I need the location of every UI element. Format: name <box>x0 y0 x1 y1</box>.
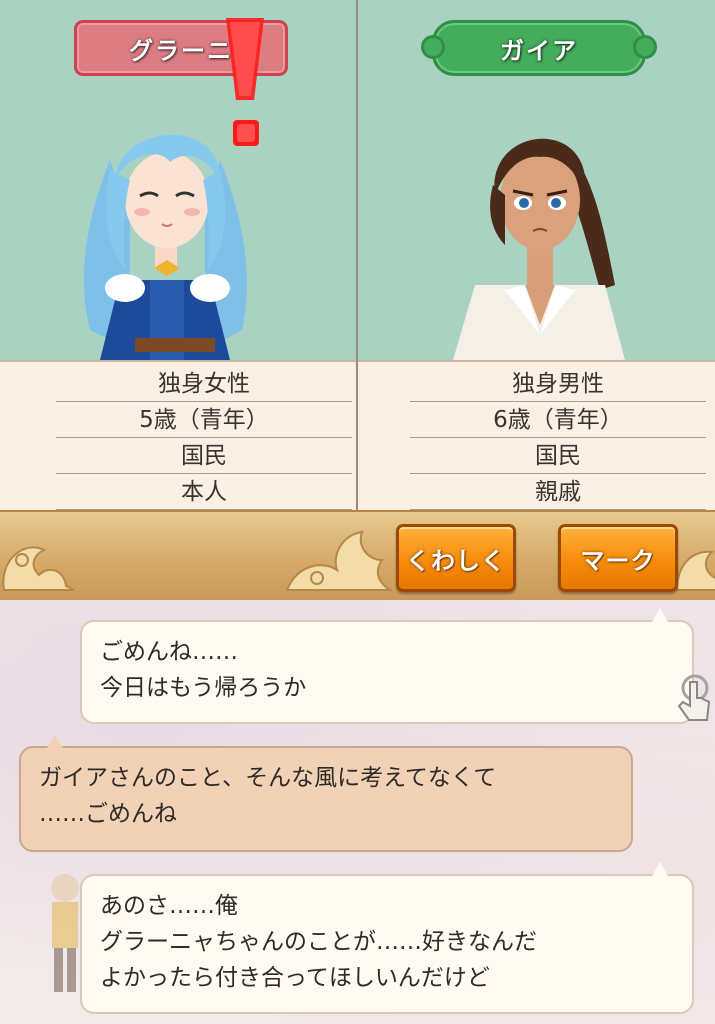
right-character-name: ガイア <box>500 36 578 65</box>
right-character-avatar <box>453 138 625 360</box>
tap-hand-icon[interactable] <box>673 672 713 724</box>
dialogue-line: ごめんね…… <box>100 639 238 665</box>
right-info-relation: 親戚 <box>410 474 706 510</box>
details-button[interactable]: くわしく <box>396 524 516 592</box>
ornament-icon <box>2 546 75 591</box>
left-info-age: 5歳（青年） <box>56 402 352 438</box>
right-info-status: 独身男性 <box>410 366 706 402</box>
left-info-relation: 本人 <box>56 474 352 510</box>
dialogue-line: グラーニャちゃんのことが……好きなんだ <box>100 929 537 955</box>
character-portraits: グラーニ ガイア <box>0 0 715 510</box>
details-button-label: くわしく <box>406 546 506 575</box>
left-character-info: 独身女性 5歳（青年） 国民 本人 <box>56 366 352 510</box>
mark-button[interactable]: マーク <box>558 524 678 592</box>
column-divider <box>356 0 358 510</box>
dialogue-bubble: ごめんね…… 今日はもう帰ろうか <box>80 608 694 724</box>
dialogue-bubble: ガイアさんのこと、そんな風に考えてなくて ……ごめんね <box>19 734 633 852</box>
dialogue-line: ガイアさんのこと、そんな風に考えてなくて <box>39 765 497 791</box>
action-bar: くわしく マーク <box>0 510 715 604</box>
exclamation-icon <box>226 18 264 146</box>
ornament-icon <box>675 550 715 591</box>
dialogue-bubble: あのさ……俺 グラーニャちゃんのことが……好きなんだ よかったら付き合ってほしい… <box>80 862 694 1014</box>
left-character-name: グラーニ <box>129 36 233 65</box>
dialogue-area[interactable]: ごめんね…… 今日はもう帰ろうか ガイアさんのこと、そんな風に考えてなくて ……… <box>0 600 715 1024</box>
mark-button-label: マーク <box>580 546 656 575</box>
right-character-info: 独身男性 6歳（青年） 国民 親戚 <box>410 366 706 510</box>
left-info-status: 独身女性 <box>56 366 352 402</box>
ornament-icon <box>285 530 392 591</box>
left-info-citizenship: 国民 <box>56 438 352 474</box>
right-character-nameplate: ガイア <box>421 20 657 76</box>
right-info-citizenship: 国民 <box>410 438 706 474</box>
dialogue-line: 今日はもう帰ろうか <box>100 675 307 701</box>
dialogue-line: ……ごめんね <box>39 801 177 827</box>
dialogue-line: あのさ……俺 <box>100 893 238 919</box>
dialogue-line: よかったら付き合ってほしいんだけど <box>100 965 490 991</box>
right-info-age: 6歳（青年） <box>410 402 706 438</box>
